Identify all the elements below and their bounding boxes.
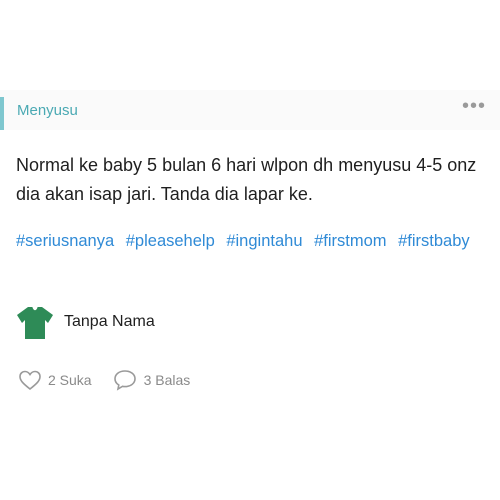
- reply-button[interactable]: 3 Balas: [112, 368, 191, 392]
- hashtag-list: #seriusnanya #pleasehelp #ingintahu #fir…: [16, 227, 486, 256]
- anonymous-shirt-avatar-icon: [17, 306, 53, 339]
- like-button[interactable]: 2 Suka: [18, 369, 92, 391]
- hashtag[interactable]: #pleasehelp: [126, 232, 215, 250]
- post-card: Menyusu ••• Normal ke baby 5 bulan 6 har…: [0, 0, 500, 500]
- hashtag[interactable]: #firstmom: [314, 232, 386, 250]
- reply-count: 3 Balas: [143, 372, 191, 388]
- hashtag[interactable]: #seriusnanya: [16, 232, 114, 250]
- heart-icon: [19, 370, 41, 391]
- category-accent-bar: [0, 97, 4, 130]
- like-count: 2 Suka: [48, 372, 92, 388]
- more-dots-icon[interactable]: •••: [462, 96, 486, 116]
- author-name: Tanpa Nama: [64, 313, 155, 330]
- post-body: Normal ke baby 5 bulan 6 hari wlpon dh m…: [16, 155, 477, 204]
- post-author[interactable]: Tanpa Nama: [16, 302, 155, 342]
- post-actions: 2 Suka 3 Balas: [18, 366, 210, 394]
- post-category[interactable]: Menyusu: [17, 102, 78, 119]
- comment-bubble-icon: [113, 370, 136, 391]
- hashtag[interactable]: #firstbaby: [398, 232, 470, 250]
- hashtag[interactable]: #ingintahu: [226, 232, 302, 250]
